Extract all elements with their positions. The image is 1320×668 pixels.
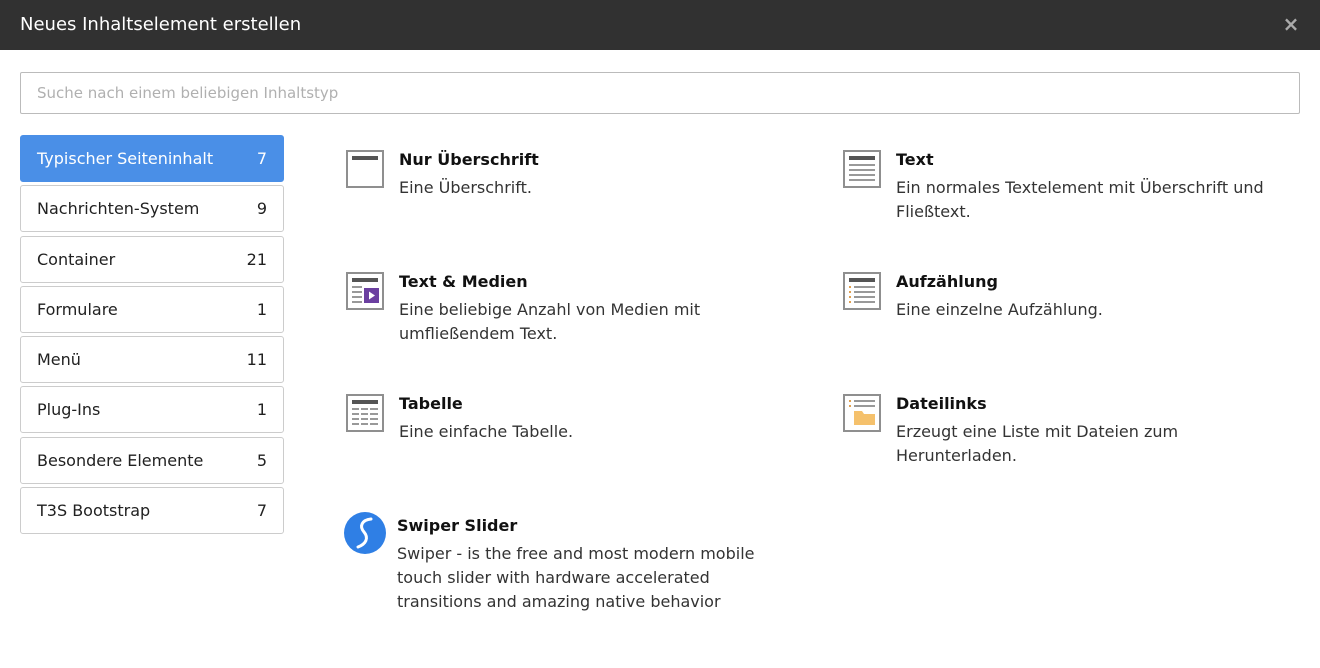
category-item-menu[interactable]: Menü 11: [20, 336, 284, 384]
category-item-besondere-elemente[interactable]: Besondere Elemente 5: [20, 436, 284, 484]
category-count: 1: [256, 299, 267, 319]
category-label: Typischer Seiteninhalt: [37, 149, 214, 168]
text-icon: [843, 150, 881, 188]
swiper-icon: [344, 512, 386, 554]
element-title: Text: [896, 150, 934, 169]
category-item-plug-ins[interactable]: Plug-Ins 1: [20, 386, 284, 434]
category-label: Plug-Ins: [37, 400, 101, 420]
category-label: Besondere Elemente: [37, 450, 204, 470]
header-icon: [346, 150, 384, 188]
category-count: 5: [256, 450, 267, 470]
category-item-typischer-seiteninhalt[interactable]: Typischer Seiteninhalt 7: [20, 135, 284, 182]
element-nur-ueberschrift[interactable]: Nur Überschrift Eine Überschrift.: [346, 137, 776, 200]
element-description: Erzeugt eine Liste mit Dateien zum Herun…: [896, 422, 1179, 465]
element-text-medien[interactable]: Text & Medien Eine beliebige Anzahl von …: [346, 259, 776, 346]
modal-title: Neues Inhaltselement erstellen: [20, 14, 302, 35]
element-aufzaehlung[interactable]: Aufzählung Eine einzelne Aufzählung.: [843, 259, 1283, 322]
element-description: Eine beliebige Anzahl von Medien mit umf…: [399, 300, 701, 343]
close-icon: ×: [1282, 12, 1300, 36]
element-tabelle[interactable]: Tabelle Eine einfache Tabelle.: [346, 381, 776, 444]
category-item-formulare[interactable]: Formulare 1: [20, 285, 284, 333]
bullets-icon: [843, 272, 881, 310]
element-text[interactable]: Text Ein normales Textelement mit Übersc…: [843, 137, 1283, 224]
category-list: Typischer Seiteninhalt 7 Nachrichten-Sys…: [20, 135, 284, 537]
element-dateilinks[interactable]: Dateilinks Erzeugt eine Liste mit Dateie…: [843, 381, 1283, 468]
category-label: Container: [37, 249, 116, 269]
search-input[interactable]: [20, 72, 1300, 114]
element-description: Ein normales Textelement mit Überschrift…: [896, 178, 1264, 221]
category-count: 11: [246, 350, 267, 370]
element-title: Dateilinks: [896, 394, 987, 413]
category-item-t3s-bootstrap[interactable]: T3S Bootstrap 7: [20, 487, 284, 535]
element-swiper-slider[interactable]: Swiper Slider Swiper - is the free and m…: [344, 503, 784, 614]
category-label: Formulare: [37, 299, 118, 319]
element-description: Eine einfache Tabelle.: [399, 422, 574, 441]
element-title: Text & Medien: [399, 272, 528, 291]
category-label: T3S Bootstrap: [37, 501, 151, 521]
category-count: 1: [256, 400, 267, 420]
category-item-nachrichten-system[interactable]: Nachrichten-System 9: [20, 185, 284, 233]
category-count: 7: [256, 501, 267, 521]
category-label: Nachrichten-System: [37, 199, 200, 219]
element-description: Swiper - is the free and most modern mob…: [397, 544, 755, 611]
element-title: Tabelle: [399, 394, 463, 413]
modal-header: Neues Inhaltselement erstellen ×: [0, 0, 1320, 50]
element-description: Eine einzelne Aufzählung.: [896, 300, 1103, 319]
filelinks-icon: [843, 394, 881, 432]
element-description: Eine Überschrift.: [399, 178, 532, 197]
category-count: 9: [256, 199, 267, 219]
category-count: 21: [246, 249, 267, 269]
close-button[interactable]: ×: [1280, 13, 1302, 35]
category-item-container[interactable]: Container 21: [20, 235, 284, 283]
textmedia-icon: [346, 272, 384, 310]
element-title: Swiper Slider: [397, 516, 518, 535]
category-label: Menü: [37, 350, 81, 370]
element-title: Nur Überschrift: [399, 150, 539, 169]
element-title: Aufzählung: [896, 272, 998, 291]
table-icon: [346, 394, 384, 432]
category-count: 7: [256, 149, 267, 168]
